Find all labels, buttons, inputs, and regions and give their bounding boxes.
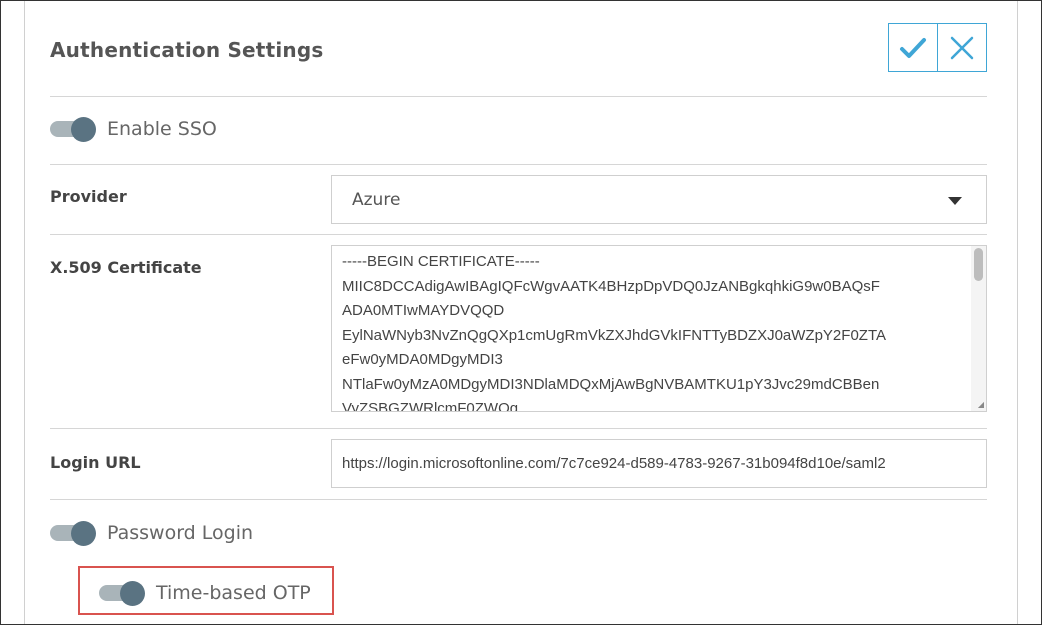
scrollbar-thumb[interactable] [974, 248, 983, 281]
enable-sso-toggle[interactable] [50, 115, 96, 143]
toggle-knob [71, 117, 96, 142]
toggle-knob [120, 581, 145, 606]
toggle-knob [71, 521, 96, 546]
password-login-toggle[interactable] [50, 519, 96, 547]
certificate-label: X.509 Certificate [50, 258, 202, 277]
enable-sso-label: Enable SSO [107, 118, 217, 140]
provider-label: Provider [50, 187, 127, 206]
right-border-line [1017, 0, 1018, 625]
caret-down-icon [948, 197, 962, 205]
confirm-button[interactable] [888, 23, 938, 72]
time-based-otp-toggle[interactable] [99, 579, 145, 607]
close-icon [950, 36, 974, 59]
divider [50, 499, 987, 500]
check-icon [900, 37, 926, 58]
textarea-scrollbar[interactable] [971, 246, 986, 411]
password-login-label: Password Login [107, 522, 254, 544]
page-title: Authentication Settings [50, 38, 324, 62]
certificate-text: -----BEGIN CERTIFICATE----- MIIC8DCCAdig… [342, 253, 886, 412]
login-url-input[interactable]: https://login.microsoftonline.com/7c7ce9… [331, 439, 987, 488]
provider-select[interactable]: Azure [331, 175, 987, 224]
divider [50, 234, 987, 235]
certificate-textarea[interactable]: -----BEGIN CERTIFICATE----- MIIC8DCCAdig… [331, 245, 987, 412]
time-based-otp-label: Time-based OTP [156, 582, 311, 604]
cancel-button[interactable] [937, 23, 987, 72]
left-border-line [24, 0, 25, 625]
resize-handle-icon[interactable]: ◢ [978, 401, 984, 409]
login-url-label: Login URL [50, 453, 141, 472]
divider [50, 428, 987, 429]
divider [50, 96, 987, 97]
provider-value: Azure [352, 190, 401, 210]
divider [50, 164, 987, 165]
login-url-value: https://login.microsoftonline.com/7c7ce9… [342, 455, 886, 472]
